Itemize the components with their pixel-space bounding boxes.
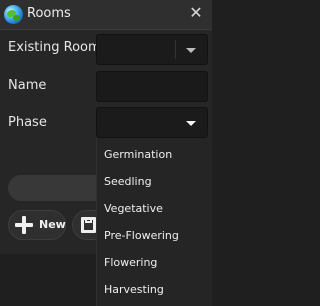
existing-rooms-combo[interactable] bbox=[96, 34, 208, 65]
window-title: Rooms bbox=[27, 6, 71, 21]
name-label: Name bbox=[8, 78, 47, 93]
close-icon[interactable]: ✕ bbox=[187, 4, 205, 22]
phase-label: Phase bbox=[8, 115, 47, 130]
phase-dropdown-list: Germination Seedling Vegetative Pre-Flow… bbox=[96, 138, 212, 306]
existing-rooms-label: Existing Rooms bbox=[8, 40, 108, 55]
phase-option[interactable]: Harvesting bbox=[104, 283, 164, 296]
save-icon bbox=[81, 217, 96, 233]
phase-option[interactable]: Seedling bbox=[104, 175, 152, 188]
chevron-down-icon bbox=[186, 48, 196, 53]
title-bar: Rooms ✕ bbox=[0, 0, 212, 30]
new-button-label: New bbox=[39, 218, 66, 231]
new-room-button[interactable]: New bbox=[8, 210, 66, 240]
phase-option[interactable]: Flowering bbox=[104, 256, 157, 269]
name-input[interactable] bbox=[96, 71, 208, 102]
chevron-down-icon bbox=[186, 121, 196, 126]
globe-plant-icon bbox=[4, 5, 23, 24]
phase-option[interactable]: Pre-Flowering bbox=[104, 229, 179, 242]
plus-icon bbox=[14, 215, 34, 235]
phase-option[interactable]: Vegetative bbox=[104, 202, 163, 215]
phase-option[interactable]: Germination bbox=[104, 148, 172, 161]
phase-combo[interactable] bbox=[96, 107, 208, 138]
